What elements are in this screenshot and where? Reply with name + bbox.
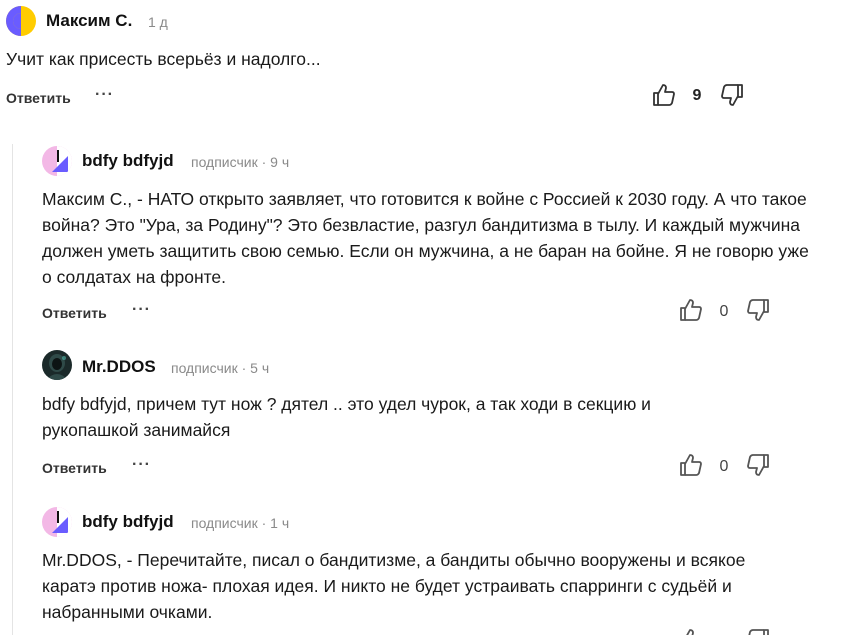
- like-button[interactable]: [678, 452, 704, 478]
- thumb-down-icon: [748, 629, 769, 635]
- thumb-up-icon: [680, 299, 702, 321]
- avatar[interactable]: [42, 146, 72, 176]
- thumb-down-icon: [747, 299, 769, 321]
- reply-button[interactable]: Ответить: [6, 90, 71, 106]
- more-options-button[interactable]: ···: [132, 302, 151, 318]
- comment-text: Mr.DDOS, - Перечитайте, писал о бандитиз…: [42, 550, 746, 622]
- dislike-button[interactable]: [745, 297, 771, 323]
- like-count: 0: [719, 458, 729, 475]
- comment-meta: подписчик · 9 ч: [191, 154, 290, 170]
- comment-2: bdfy bdfyjd подписчик · 9 ч Максим С., -…: [0, 130, 844, 330]
- like-button[interactable]: [678, 627, 704, 635]
- more-options-button[interactable]: ···: [95, 87, 114, 103]
- more-options-button[interactable]: ···: [132, 457, 151, 473]
- thumb-up-icon: [680, 454, 702, 476]
- comment-3: Mr.DDOS подписчик · 5 ч bdfy bdfyjd, при…: [0, 335, 844, 490]
- like-button[interactable]: [651, 82, 677, 108]
- reply-button[interactable]: Ответить: [42, 305, 107, 321]
- like-count: 9: [692, 87, 702, 104]
- comment-meta: подписчик · 1 ч: [191, 515, 290, 531]
- thumb-up-icon: [686, 629, 694, 635]
- like-button[interactable]: [678, 297, 704, 323]
- comment-text: Учит как присесть всерьёз и надолго...: [6, 49, 321, 69]
- comment-text: Максим С., - НАТО открыто заявляет, что …: [42, 189, 809, 287]
- dislike-button[interactable]: [745, 627, 771, 635]
- thumb-down-icon: [747, 454, 769, 476]
- comment-author[interactable]: bdfy bdfyjd: [82, 151, 174, 171]
- comment-author[interactable]: Mr.DDOS: [82, 357, 156, 377]
- reply-button[interactable]: Ответить: [42, 460, 107, 476]
- comment-author[interactable]: Максим С.: [46, 11, 132, 31]
- like-count: 0: [719, 303, 729, 320]
- dislike-button[interactable]: [745, 452, 771, 478]
- comment-1: Максим С. 1 д Учит как присесть всерьёз …: [0, 0, 844, 120]
- avatar[interactable]: [42, 350, 72, 380]
- dislike-button[interactable]: [719, 82, 745, 108]
- avatar[interactable]: [6, 6, 36, 36]
- comment-4: bdfy bdfyjd подписчик · 1 ч Mr.DDOS, - П…: [0, 492, 844, 635]
- comment-author[interactable]: bdfy bdfyjd: [82, 512, 174, 532]
- comment-meta: подписчик · 5 ч: [171, 360, 270, 376]
- comment-text: bdfy bdfyjd, причем тут нож ? дятел .. э…: [42, 394, 651, 440]
- thumb-up-icon: [653, 84, 675, 106]
- thumb-down-icon: [721, 84, 743, 106]
- avatar[interactable]: [42, 507, 72, 537]
- comment-meta: 1 д: [148, 14, 168, 30]
